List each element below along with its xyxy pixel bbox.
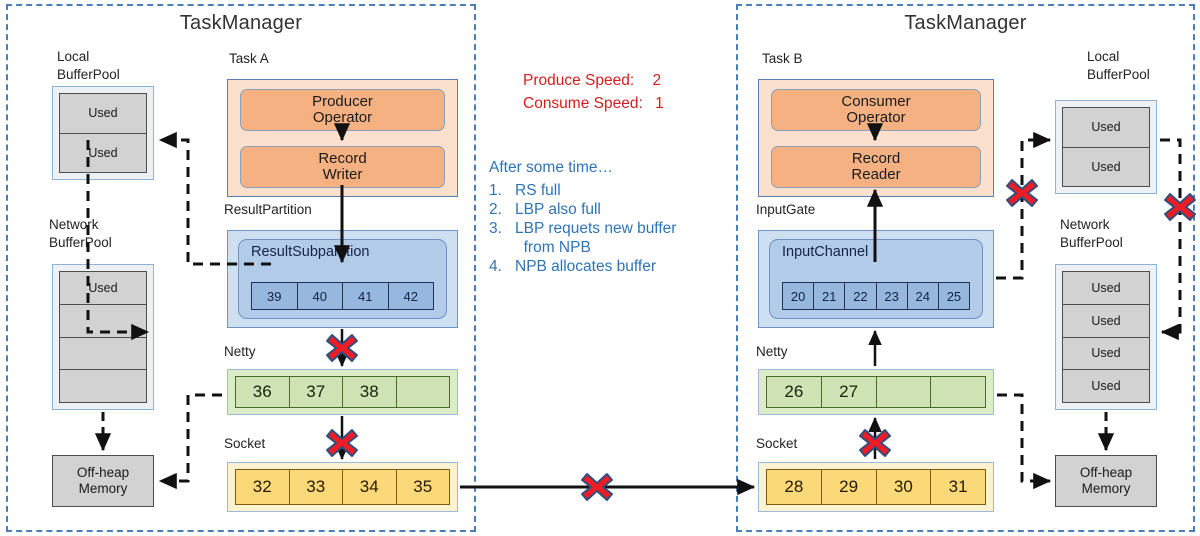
left-socket-caption: Socket [224,436,266,451]
buffer-slot [396,377,449,407]
buffer-cell [60,370,146,402]
buffer-cell: Used [1063,370,1149,402]
right-inputgate-caption: InputGate [756,202,816,217]
producer-operator: Producer Operator [240,89,445,131]
right-socket-box: 28 29 30 31 [758,462,994,512]
input-channel: InputChannel 20 21 22 23 24 25 [769,239,983,319]
block-marker-left-netty-icon [326,334,358,362]
right-netty-slots: 26 27 [766,376,986,408]
buffer-slot: 40 [297,283,343,309]
buffer-slot: 36 [236,377,290,407]
right-netty-box: 26 27 [758,369,994,415]
left-netty-box: 36 37 38 [227,369,458,415]
buffer-slot: 22 [845,283,877,309]
buffer-cell: Used [60,94,146,134]
buffer-slot: 42 [388,283,433,309]
block-marker-right-npb-icon [1164,193,1196,221]
right-netty-caption: Netty [756,344,788,359]
right-socket-slots: 28 29 30 31 [766,469,986,505]
left-local-bufferpool: Used Used [52,86,154,180]
consumer-operator: Consumer Operator [771,89,981,131]
buffer-slot: 20 [783,283,815,309]
right-task-caption: Task B [762,51,803,66]
buffer-slot: 28 [767,470,822,504]
list-item: 3. LBP requets new buffer [489,220,677,237]
block-marker-right-lbp-icon [1006,179,1038,207]
left-socket-slots: 32 33 34 35 [235,469,450,505]
buffer-slot: 34 [343,470,397,504]
buffer-slot: 41 [343,283,389,309]
right-socket-caption: Socket [756,436,798,451]
right-local-bufferpool: Used Used [1055,100,1157,194]
buffer-cell: Used [1063,272,1149,305]
buffer-slot: 29 [821,470,877,504]
left-network-bufferpool-caption: Network BufferPool [49,217,112,250]
block-marker-left-socket-icon [326,429,358,457]
list-item: 4. NPB allocates buffer [489,258,657,275]
buffer-cell: Used [60,133,146,172]
right-offheap-memory: Off-heap Memory [1055,455,1157,507]
buffer-slot: 24 [907,283,939,309]
right-inputgate-box: InputChannel 20 21 22 23 24 25 [758,230,994,328]
buffer-slot [931,377,985,407]
buffer-cell: Used [1063,304,1149,338]
record-writer: Record Writer [240,146,445,188]
left-netty-caption: Netty [224,344,256,359]
left-netty-slots: 36 37 38 [235,376,450,408]
buffer-slot: 30 [876,470,932,504]
left-network-bufferpool: Used [52,264,154,410]
list-item: 1. RS full [489,182,561,199]
taskmanager-left-title: TaskManager [179,12,303,34]
result-subpartition: ResultSubpartition 39 40 41 42 [238,239,447,319]
left-resultpartition-box: ResultSubpartition 39 40 41 42 [227,230,458,328]
buffer-slot: 23 [876,283,908,309]
left-socket-box: 32 33 34 35 [227,462,458,512]
right-task-box: Consumer Operator Record Reader [758,79,994,197]
list-item: from NPB [515,239,591,256]
block-marker-right-socket-icon [859,429,891,457]
produce-speed-annotation: Produce Speed: 2 [523,72,662,89]
buffer-cell [60,304,146,338]
buffer-slot: 25 [938,283,970,309]
steps-list: 1. RS full 2. LBP also full 3. LBP reque… [489,182,676,277]
left-task-box: Producer Operator Record Writer [227,79,458,197]
block-marker-network-link-icon [581,473,613,501]
left-resultpartition-caption: ResultPartition [224,202,312,217]
buffer-cell: Used [1063,108,1149,148]
input-channel-slots: 20 21 22 23 24 25 [782,282,970,310]
buffer-slot: 27 [821,377,877,407]
buffer-cell: Used [60,272,146,305]
left-local-bufferpool-caption: Local BufferPool [57,49,120,82]
list-item: 2. LBP also full [489,201,601,218]
buffer-cell: Used [1063,337,1149,371]
buffer-slot: 33 [289,470,343,504]
buffer-slot: 35 [396,470,449,504]
right-network-bufferpool: Used Used Used Used [1055,264,1157,410]
left-task-caption: Task A [229,51,269,66]
record-reader: Record Reader [771,146,981,188]
left-offheap-memory: Off-heap Memory [52,455,154,507]
buffer-slot: 39 [252,283,298,309]
result-subpartition-slots: 39 40 41 42 [251,282,434,310]
right-network-bufferpool-caption: Network BufferPool [1060,217,1123,250]
buffer-slot: 21 [814,283,846,309]
taskmanager-right-title: TaskManager [904,12,1027,34]
buffer-slot [876,377,932,407]
buffer-slot: 32 [236,470,290,504]
consume-speed-annotation: Consume Speed: 1 [523,95,664,112]
buffer-slot: 38 [343,377,397,407]
buffer-slot: 31 [931,470,985,504]
buffer-cell: Used [1063,147,1149,186]
buffer-cell [60,337,146,371]
buffer-slot: 26 [767,377,822,407]
buffer-slot: 37 [289,377,343,407]
right-local-bufferpool-caption: Local BufferPool [1087,49,1150,82]
after-some-time-label: After some time… [489,159,614,176]
